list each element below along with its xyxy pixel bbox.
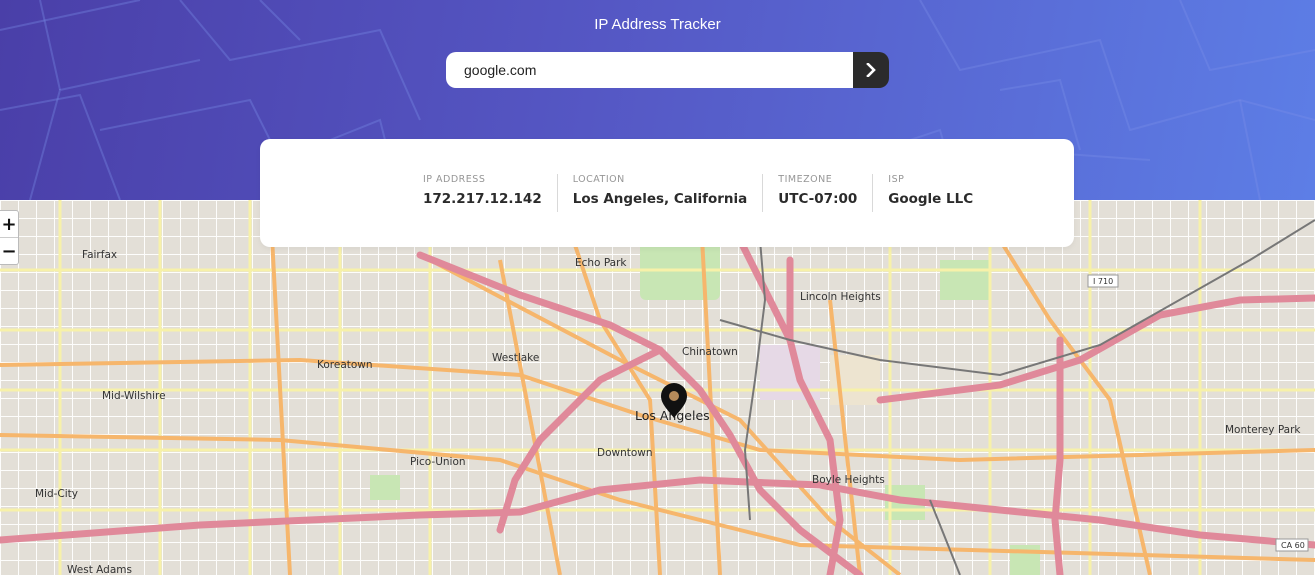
map-label-pico-union: Pico-Union [410, 456, 466, 468]
map-shield-i710: I 710 [1093, 277, 1113, 286]
zoom-in-button[interactable]: + [0, 211, 18, 238]
map-label-mid-wilshire: Mid-Wilshire [102, 390, 166, 402]
map-shield-ca60: CA 60 [1281, 541, 1305, 550]
location-label: LOCATION [572, 174, 625, 185]
map-label-fairfax: Fairfax [82, 249, 117, 261]
isp-value: Google LLC [888, 191, 974, 207]
ip-address-stat: IP ADDRESS 172.217.12.142 [423, 174, 557, 212]
ip-info-card: IP ADDRESS 172.217.12.142 LOCATION Los A… [260, 139, 1074, 247]
map-label-west-adams: West Adams [67, 564, 132, 575]
page-title: IP Address Tracker [594, 16, 721, 33]
search-bar [446, 52, 889, 88]
map-tiles: Fairfax Echo Park Lincoln Heights Chinat… [0, 200, 1315, 575]
map-label-echo-park: Echo Park [575, 257, 627, 269]
isp-label: ISP [888, 174, 905, 185]
zoom-out-button[interactable]: − [0, 238, 18, 265]
map-label-koreatown: Koreatown [317, 359, 373, 371]
ip-search-input[interactable] [446, 52, 853, 88]
location-stat: LOCATION Los Angeles, California [556, 174, 763, 212]
map-label-westlake: Westlake [492, 352, 539, 364]
map-label-boyle-heights: Boyle Heights [812, 474, 885, 486]
zoom-control: + − [0, 210, 19, 265]
timezone-value: UTC-07:00 [778, 191, 858, 207]
map-view[interactable]: Fairfax Echo Park Lincoln Heights Chinat… [0, 200, 1315, 575]
timezone-stat: TIMEZONE UTC-07:00 [762, 174, 872, 212]
search-submit-button[interactable] [853, 52, 889, 88]
map-label-monterey-park: Monterey Park [1225, 424, 1301, 436]
timezone-label: TIMEZONE [778, 174, 833, 185]
ip-address-label: IP ADDRESS [423, 174, 486, 185]
map-label-lincoln-heights: Lincoln Heights [800, 291, 881, 303]
ip-address-value: 172.217.12.142 [423, 191, 542, 207]
map-label-mid-city: Mid-City [35, 488, 78, 500]
map-label-downtown: Downtown [597, 447, 653, 459]
map-label-chinatown: Chinatown [682, 346, 738, 358]
isp-stat: ISP Google LLC [872, 174, 988, 212]
chevron-right-icon [866, 63, 876, 77]
location-value: Los Angeles, California [572, 191, 748, 207]
